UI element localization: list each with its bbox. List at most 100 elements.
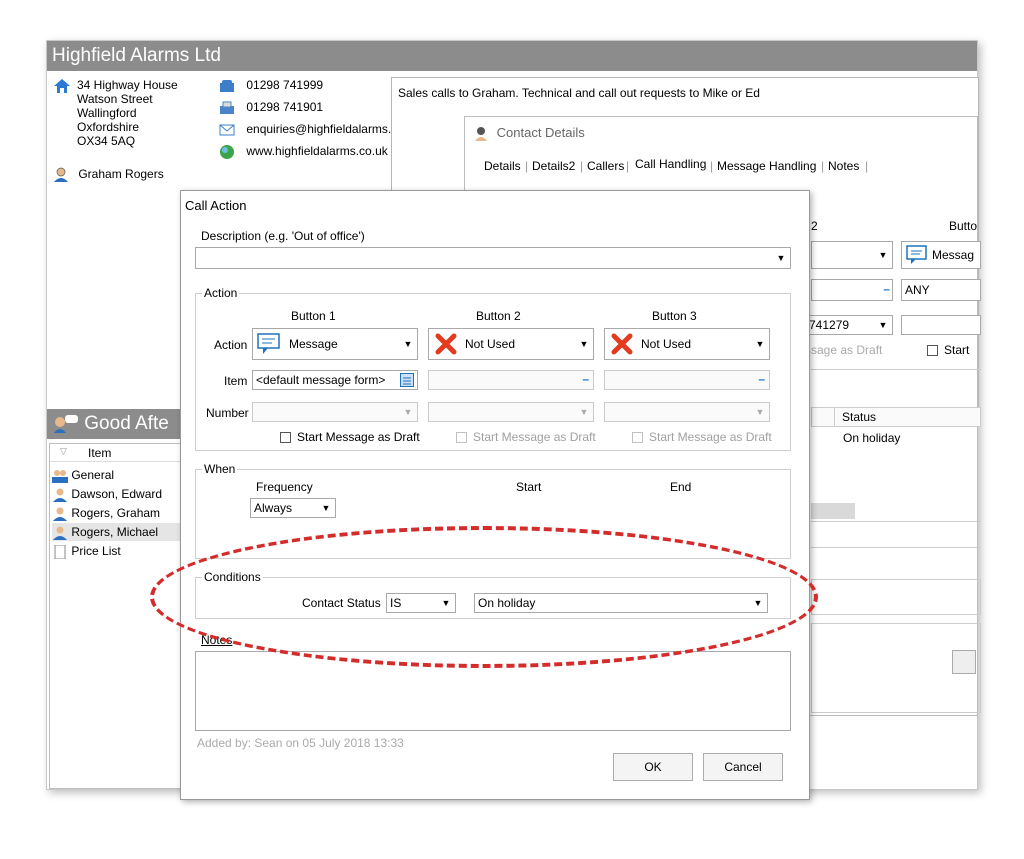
item-select-partial[interactable]: – — [811, 279, 893, 301]
start-label: Start — [516, 480, 542, 494]
checkbox[interactable] — [632, 432, 643, 444]
button1-action-select[interactable]: Message ▼ — [252, 328, 418, 360]
tab-separator: | — [580, 159, 584, 173]
action-group: Action Button 1 Button 2 Button 3 Action… — [195, 286, 791, 451]
panel-button[interactable] — [952, 650, 976, 674]
checkbox[interactable] — [280, 432, 291, 444]
conditions-group-label: Conditions — [202, 570, 263, 584]
end-label: End — [670, 480, 692, 494]
frequency-select[interactable]: Always ▼ — [250, 498, 336, 518]
person-icon — [53, 488, 67, 502]
list-item-label: General — [71, 468, 115, 482]
number-value: 741279 — [809, 318, 850, 332]
number-select-partial[interactable]: 741279 ▼ — [805, 315, 893, 335]
chevron-down-icon: ▼ — [321, 503, 331, 513]
checkbox[interactable] — [456, 432, 467, 444]
x-icon — [611, 333, 633, 355]
lookup-icon[interactable]: – — [758, 372, 765, 386]
item-label: Item — [224, 374, 248, 388]
button3-item-field[interactable]: – — [604, 370, 770, 390]
scrollbar-thumb[interactable] — [811, 503, 855, 519]
action-select-partial[interactable]: ▼ — [811, 241, 893, 269]
tab-separator: | — [865, 159, 869, 173]
button-col-label: Butto — [949, 219, 978, 233]
col2-label: 2 — [811, 219, 818, 233]
chevron-down-icon: ▼ — [878, 250, 888, 260]
cancel-button[interactable]: Cancel — [703, 753, 783, 781]
group-icon — [52, 469, 68, 483]
when-group: When Frequency Start End Always ▼ — [195, 462, 791, 559]
list-item[interactable]: Price List — [52, 542, 121, 560]
frequency-value: Always — [254, 501, 293, 515]
number-field-partial[interactable] — [901, 315, 981, 335]
button1-number-select[interactable]: ▼ — [252, 402, 418, 422]
person-icon — [53, 526, 67, 540]
person-icon — [53, 507, 67, 521]
address-line: OX34 5AQ — [77, 134, 136, 148]
list-header[interactable]: ▽ Item — [50, 444, 182, 462]
button1-item-field[interactable]: <default message form> — [252, 370, 418, 390]
lookup-icon[interactable]: – — [582, 372, 589, 386]
ok-button[interactable]: OK — [613, 753, 693, 781]
button3-start-draft[interactable]: Start Message as Draft — [632, 430, 772, 444]
contact-person[interactable]: Graham Rogers — [53, 167, 164, 183]
any-field[interactable]: ANY — [901, 279, 981, 301]
list-header-label: Item — [88, 446, 112, 460]
checkbox[interactable] — [927, 345, 938, 357]
tab-callers[interactable]: Callers — [587, 159, 624, 173]
chevron-down-icon: ▼ — [776, 253, 786, 263]
button1-action-value: Message — [289, 337, 338, 351]
contact-icon — [475, 126, 487, 141]
status-cell[interactable]: On holiday — [843, 431, 900, 445]
person-icon — [54, 167, 68, 182]
button3-number-select[interactable]: ▼ — [604, 402, 770, 422]
chevron-down-icon: ▼ — [878, 320, 888, 330]
tab-separator: | — [626, 159, 630, 173]
operator-select[interactable]: IS ▼ — [386, 593, 456, 613]
button3-header: Button 3 — [652, 309, 697, 323]
button1-start-draft[interactable]: Start Message as Draft — [280, 430, 420, 444]
tab-separator: | — [525, 159, 529, 173]
list-item[interactable]: Dawson, Edward — [52, 485, 162, 503]
status-select[interactable]: On holiday ▼ — [474, 593, 768, 613]
contact-name: Graham Rogers — [78, 167, 164, 182]
button3-action-select[interactable]: Not Used ▼ — [604, 328, 770, 360]
message-select-partial[interactable]: Messag — [901, 241, 981, 269]
tab-call-handling[interactable]: Call Handling — [635, 157, 706, 171]
lookup-icon[interactable]: – — [883, 282, 890, 296]
button2-item-field[interactable]: – — [428, 370, 594, 390]
greeting-text: Good Afte — [84, 413, 169, 434]
chevron-down-icon: ▼ — [755, 407, 765, 417]
window-title: Highfield Alarms Ltd — [47, 41, 977, 71]
conditions-group: Conditions Contact Status IS ▼ On holida… — [195, 570, 791, 619]
chevron-down-icon: ▼ — [403, 407, 413, 417]
call-action-dialog: Call Action Description (e.g. 'Out of of… — [180, 190, 810, 800]
tab-separator: | — [821, 159, 825, 173]
message-icon — [906, 245, 927, 264]
tab-details2[interactable]: Details2 — [532, 159, 575, 173]
tab-separator: | — [710, 159, 714, 173]
contact-details-title: Contact Details — [496, 125, 585, 140]
button2-action-select[interactable]: Not Used ▼ — [428, 328, 594, 360]
tab-message-handling[interactable]: Message Handling — [717, 159, 816, 173]
button2-start-draft[interactable]: Start Message as Draft — [456, 430, 596, 444]
start-checkbox-partial[interactable]: Start — [927, 343, 969, 357]
address-line: Watson Street — [77, 92, 153, 106]
list-item[interactable]: Rogers, Michael — [52, 523, 180, 541]
sort-icon: ▽ — [60, 446, 67, 456]
status-value: On holiday — [478, 596, 536, 610]
description-combo[interactable]: ▼ — [195, 247, 791, 269]
list-item[interactable]: Rogers, Graham — [52, 504, 160, 522]
notes-textarea[interactable] — [195, 651, 791, 731]
address-line: 34 Highway House — [77, 78, 178, 92]
tab-notes[interactable]: Notes — [828, 159, 859, 173]
button1-item-value: <default message form> — [256, 373, 386, 387]
button2-number-select[interactable]: ▼ — [428, 402, 594, 422]
form-icon[interactable] — [400, 373, 414, 387]
contact-status-label: Contact Status — [302, 596, 381, 610]
x-icon — [435, 333, 457, 355]
tab-details[interactable]: Details — [484, 159, 521, 173]
start-draft-label: Start Message as Draft — [297, 430, 420, 444]
list-item[interactable]: General — [52, 466, 114, 484]
button2-header: Button 2 — [476, 309, 521, 323]
